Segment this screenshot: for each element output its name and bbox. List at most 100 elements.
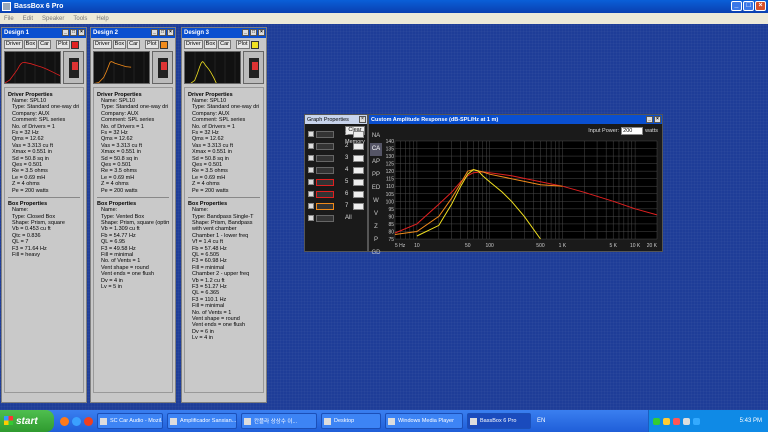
- driver-button[interactable]: Driver: [4, 40, 23, 49]
- tray-network-icon[interactable]: [653, 417, 660, 425]
- menu-edit[interactable]: Edit: [23, 16, 33, 22]
- maximize-icon[interactable]: □: [159, 29, 166, 36]
- box-button[interactable]: Box: [203, 40, 218, 49]
- tray-messenger-icon[interactable]: [693, 417, 700, 425]
- input-power-field[interactable]: 200: [621, 127, 644, 135]
- plot-color-swatch[interactable]: [250, 40, 259, 49]
- taskbar: start SC Car Audio - Mozil... Amplificado…: [0, 410, 768, 432]
- taskbar-button[interactable]: Windows Media Player: [385, 413, 463, 429]
- graph-row-5[interactable]: 5: [305, 176, 369, 188]
- graph-type-z[interactable]: Z: [370, 221, 382, 234]
- minimize-button[interactable]: _: [731, 1, 742, 11]
- maximize-icon[interactable]: □: [70, 29, 77, 36]
- graph-type-ca[interactable]: CA: [370, 143, 382, 156]
- memory-slot[interactable]: [353, 130, 364, 138]
- close-icon[interactable]: ×: [359, 116, 366, 123]
- line-style-swatch[interactable]: [316, 130, 334, 138]
- line-style-swatch[interactable]: [316, 202, 334, 210]
- graph-row-checkbox[interactable]: [308, 191, 314, 197]
- taskbar-button[interactable]: Amplificador Sanxian...: [167, 413, 237, 429]
- line-style-swatch[interactable]: [316, 154, 334, 162]
- memory-slot[interactable]: [353, 178, 364, 186]
- graph-row-3[interactable]: 3: [305, 152, 369, 164]
- graph-type-p[interactable]: P: [370, 234, 382, 247]
- graph-row-checkbox[interactable]: [308, 131, 314, 137]
- plot-button[interactable]: Plot: [236, 40, 250, 49]
- memory-slot[interactable]: [353, 166, 364, 174]
- graph-row-checkbox[interactable]: [308, 179, 314, 185]
- car-button[interactable]: Car: [218, 40, 232, 49]
- graph-row-7[interactable]: 7: [305, 200, 369, 212]
- graph-type-ap[interactable]: AP: [370, 156, 382, 169]
- design-panel-2: Design 2 _ □ × Driver Box Car Plot Driver Proper…: [90, 27, 176, 403]
- graph-row-1[interactable]: 1: [305, 128, 369, 140]
- close-icon[interactable]: ×: [78, 29, 85, 36]
- driver-button[interactable]: Driver: [184, 40, 203, 49]
- thumbnail-curve: [94, 61, 132, 83]
- graph-type-w[interactable]: W: [370, 195, 382, 208]
- menu-file[interactable]: File: [4, 16, 14, 22]
- graph-type-v[interactable]: V: [370, 208, 382, 221]
- taskbar-button[interactable]: 칸플라 상상수 이...: [241, 413, 317, 429]
- plot-button[interactable]: Plot: [56, 40, 70, 49]
- amplitude-title-text: Custom Amplitude Response (dB-SPL/Hz at …: [371, 116, 499, 123]
- ie-icon[interactable]: [72, 416, 81, 426]
- menu-help[interactable]: Help: [96, 16, 108, 22]
- graph-row-checkbox[interactable]: [308, 203, 314, 209]
- graph-row-checkbox[interactable]: [308, 155, 314, 161]
- media-icon[interactable]: [84, 416, 93, 426]
- close-icon[interactable]: ×: [258, 29, 265, 36]
- close-button[interactable]: ×: [755, 1, 766, 11]
- maximize-icon[interactable]: □: [250, 29, 257, 36]
- menu-speaker[interactable]: Speaker: [42, 16, 64, 22]
- minimize-icon[interactable]: _: [62, 29, 69, 36]
- graph-type-gd[interactable]: GD: [370, 247, 382, 260]
- graph-row-checkbox[interactable]: [308, 167, 314, 173]
- memory-slot[interactable]: [353, 202, 364, 210]
- tray-antivirus-icon[interactable]: [673, 417, 680, 425]
- memory-slot[interactable]: [353, 142, 364, 150]
- graph-row-2[interactable]: 2: [305, 140, 369, 152]
- windows-logo-icon: [4, 416, 13, 425]
- graph-row-all[interactable]: All: [305, 212, 369, 224]
- car-button[interactable]: Car: [38, 40, 52, 49]
- memory-slot[interactable]: [353, 154, 364, 162]
- graph-row-4[interactable]: 4: [305, 164, 369, 176]
- firefox-icon[interactable]: [60, 416, 69, 426]
- line-style-swatch[interactable]: [316, 142, 334, 150]
- minimize-icon[interactable]: _: [242, 29, 249, 36]
- plot-color-swatch[interactable]: [70, 40, 79, 49]
- tray-security-icon[interactable]: [663, 417, 670, 425]
- graph-type-na[interactable]: NA: [370, 130, 382, 143]
- memory-slot[interactable]: [353, 190, 364, 198]
- driver-button[interactable]: Driver: [93, 40, 112, 49]
- maximize-button[interactable]: □: [743, 1, 754, 11]
- plot-button[interactable]: Plot: [145, 40, 159, 49]
- taskbar-button[interactable]: BassBox 6 Pro: [467, 413, 531, 429]
- close-icon[interactable]: ×: [167, 29, 174, 36]
- graph-row-checkbox[interactable]: [308, 215, 314, 221]
- car-button[interactable]: Car: [127, 40, 141, 49]
- task-icon: [170, 418, 177, 425]
- graph-type-ed[interactable]: ED: [370, 182, 382, 195]
- taskbar-button[interactable]: SC Car Audio - Mozil...: [97, 413, 163, 429]
- graph-type-pp[interactable]: PP: [370, 169, 382, 182]
- line-style-swatch[interactable]: [316, 178, 334, 186]
- close-icon[interactable]: ×: [654, 116, 661, 123]
- graph-row-checkbox[interactable]: [308, 143, 314, 149]
- plot-color-swatch[interactable]: [159, 40, 168, 49]
- graph-row-6[interactable]: 6: [305, 188, 369, 200]
- line-style-swatch[interactable]: [316, 166, 334, 174]
- box-button[interactable]: Box: [23, 40, 38, 49]
- minimize-icon[interactable]: _: [646, 116, 653, 123]
- start-button[interactable]: start: [0, 410, 54, 432]
- amplitude-title: Custom Amplitude Response (dB-SPL/Hz at …: [369, 115, 662, 124]
- box-button[interactable]: Box: [112, 40, 127, 49]
- line-style-swatch[interactable]: [316, 190, 334, 198]
- minimize-icon[interactable]: _: [151, 29, 158, 36]
- menu-tools[interactable]: Tools: [73, 16, 87, 22]
- line-style-swatch[interactable]: [316, 214, 334, 222]
- tray-volume-icon[interactable]: [683, 417, 690, 425]
- taskbar-button[interactable]: Desktop: [321, 413, 381, 429]
- language-indicator[interactable]: EN: [537, 418, 545, 424]
